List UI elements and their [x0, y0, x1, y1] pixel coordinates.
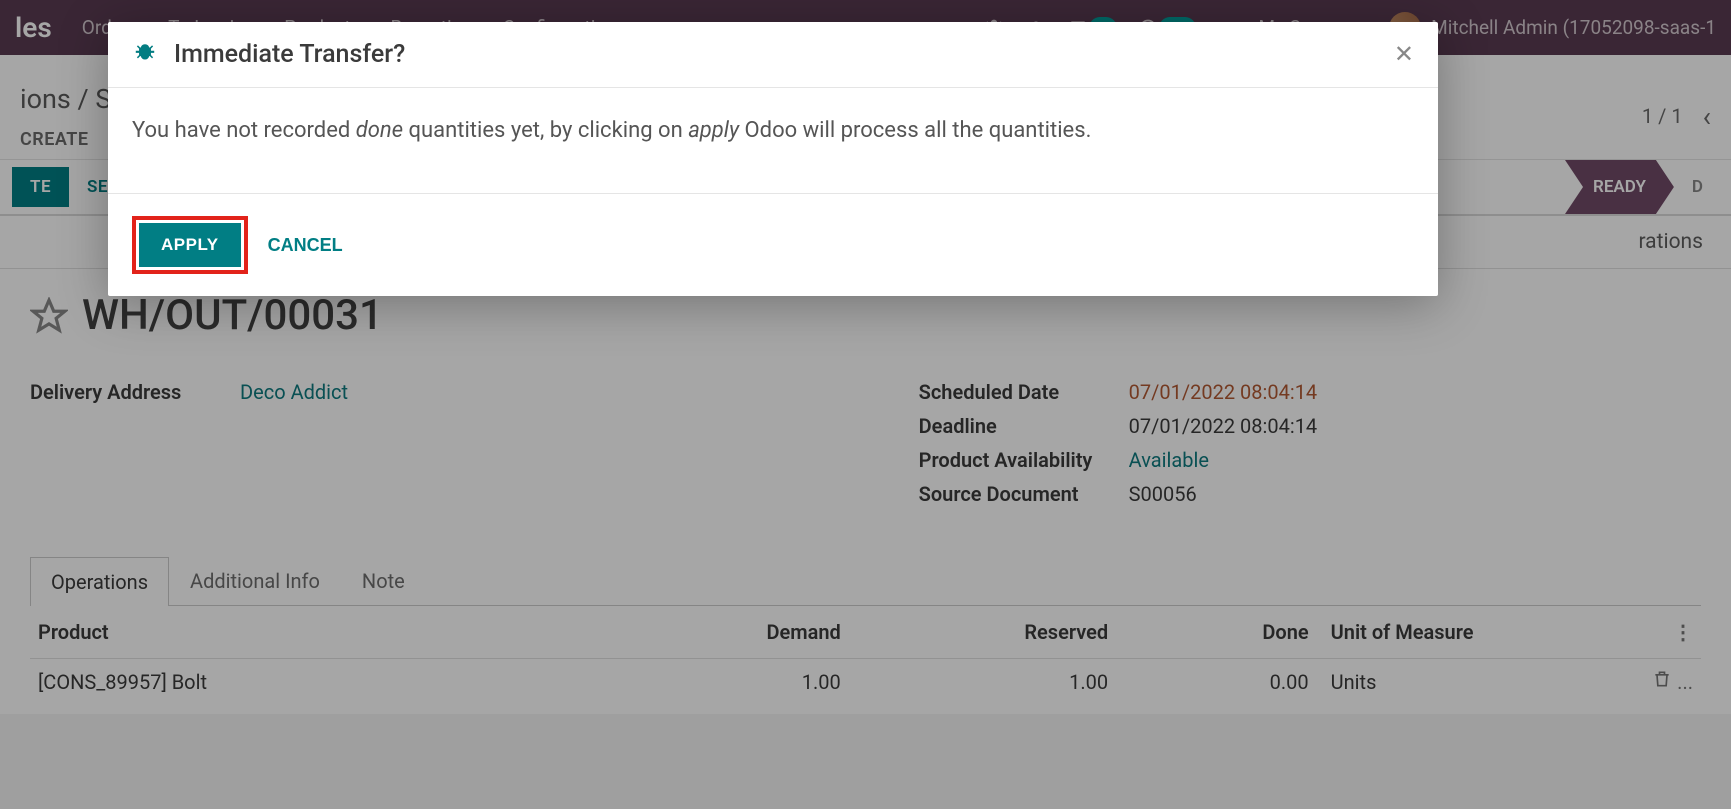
modal-title: Immediate Transfer?: [174, 40, 405, 69]
cancel-button[interactable]: CANCEL: [268, 235, 343, 256]
modal-text-1: You have not recorded: [132, 118, 356, 143]
apply-highlight: APPLY: [132, 216, 248, 274]
bug-icon: [132, 41, 160, 69]
immediate-transfer-modal: Immediate Transfer? ✕ You have not recor…: [108, 22, 1438, 296]
apply-button[interactable]: APPLY: [139, 223, 241, 267]
modal-text-2: quantities yet, by clicking on: [403, 118, 688, 143]
close-button[interactable]: ✕: [1394, 40, 1414, 69]
close-icon: ✕: [1394, 41, 1414, 68]
modal-body: You have not recorded done quantities ye…: [108, 88, 1438, 193]
modal-text-3: Odoo will process all the quantities.: [739, 118, 1091, 143]
modal-text-em1: done: [356, 118, 403, 143]
modal-text-em2: apply: [688, 118, 739, 143]
